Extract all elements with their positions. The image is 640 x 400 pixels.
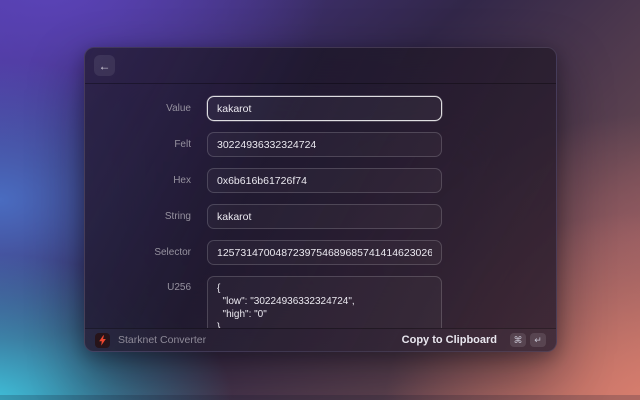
cmd-key-icon: ⌘ [510,333,526,347]
form-content: Value Felt Hex String Selector U256 [85,84,556,328]
form-row-string: String [85,204,556,229]
return-key-icon: ↵ [530,333,546,347]
copy-to-clipboard-button[interactable]: Copy to Clipboard ⌘ ↵ [402,333,546,347]
felt-label: Felt [174,139,191,150]
u256-label: U256 [167,282,191,293]
form-row-u256: U256 { "low": "30224936332324724", "high… [85,276,556,328]
form-row-value: Value [85,96,556,121]
value-input[interactable] [207,96,442,121]
starknet-converter-window: ← Value Felt Hex String Selector [84,47,557,352]
copy-to-clipboard-label: Copy to Clipboard [401,334,497,346]
value-label: Value [166,103,191,114]
lightning-bolt-icon [95,332,110,348]
form-row-selector: Selector [85,240,556,265]
desktop-background: ← Value Felt Hex String Selector [0,0,640,400]
hex-input[interactable] [207,168,442,193]
app-name-label: Starknet Converter [118,334,207,346]
window-header: ← [85,48,556,84]
u256-textarea[interactable]: { "low": "30224936332324724", "high": "0… [207,276,442,328]
hex-label: Hex [173,175,191,186]
selector-input[interactable] [207,240,442,265]
string-label: String [164,211,191,222]
form-row-hex: Hex [85,168,556,193]
back-arrow-icon: ← [98,58,111,73]
status-bar: Starknet Converter Copy to Clipboard ⌘ ↵ [85,328,556,351]
selector-label: Selector [154,247,191,258]
string-input[interactable] [207,204,442,229]
back-button[interactable]: ← [94,55,115,76]
form-row-felt: Felt [85,132,556,157]
felt-input[interactable] [207,132,442,157]
bottom-shade [0,395,640,400]
